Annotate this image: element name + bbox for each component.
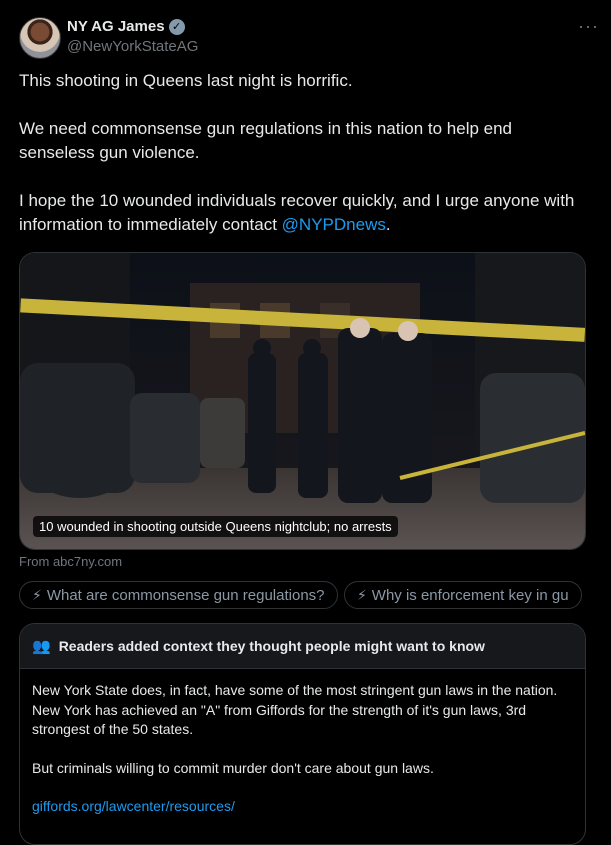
people-icon: 👥 [32, 638, 51, 655]
media-caption: 10 wounded in shooting outside Queens ni… [33, 516, 398, 537]
grok-chip-2[interactable]: ⚡ Why is enforcement key in gu [343, 581, 582, 609]
tweet-text: This shooting in Queens last night is ho… [19, 69, 579, 261]
community-note-header[interactable]: 👥 Readers added context they thought peo… [20, 624, 585, 669]
link-source[interactable]: From abc7ny.com [19, 554, 122, 569]
tweet-paragraph-2: We need commonsense gun regulations in t… [19, 119, 513, 162]
grok-icon: ⚡ [356, 586, 367, 603]
community-note-body: New York State does, in fact, have some … [20, 669, 585, 844]
tweet-paragraph-3-end: . [385, 215, 391, 234]
more-options-icon[interactable]: ··· [578, 16, 599, 37]
author-name[interactable]: NY AG James [67, 18, 165, 35]
community-note-paragraph-2: But criminals willing to commit murder d… [32, 759, 434, 776]
community-note-paragraph-1: New York State does, in fact, have some … [32, 682, 558, 737]
verified-badge-icon: ✓ [168, 18, 185, 35]
grok-suggestions: ⚡ What are commonsense gun regulations? … [19, 581, 611, 611]
grok-chip-2-label: Why is enforcement key in gu [371, 586, 569, 604]
mention-link[interactable]: @NYPDnews [282, 215, 386, 234]
community-note-title: Readers added context they thought peopl… [58, 638, 485, 654]
avatar[interactable] [19, 17, 61, 59]
tweet-paragraph-1: This shooting in Queens last night is ho… [19, 71, 353, 90]
link-card-image[interactable]: 10 wounded in shooting outside Queens ni… [19, 252, 586, 550]
author-handle[interactable]: @NewYorkStateAG [67, 38, 198, 55]
author-name-row: NY AG James ✓ [67, 18, 185, 35]
grok-chip-1-label: What are commonsense gun regulations? [46, 586, 325, 604]
news-photo [20, 253, 585, 549]
grok-chip-1[interactable]: ⚡ What are commonsense gun regulations? [19, 581, 338, 609]
tweet-header: NY AG James ✓ @NewYorkStateAG ··· [19, 16, 599, 60]
tweet-paragraph-3: I hope the 10 wounded individuals recove… [19, 189, 579, 237]
community-note: 👥 Readers added context they thought peo… [19, 623, 586, 845]
grok-icon: ⚡ [32, 586, 42, 603]
